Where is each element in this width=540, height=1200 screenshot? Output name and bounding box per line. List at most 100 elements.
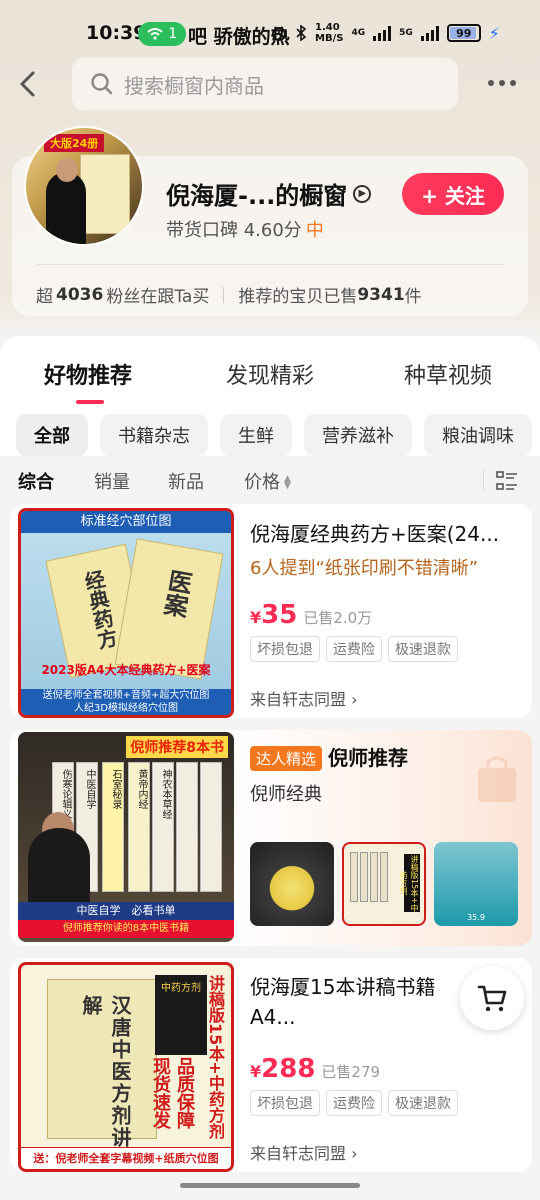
cart-icon (477, 985, 507, 1012)
wifi-badge-count: 1 (168, 26, 178, 42)
service-tags: 坏损包退 运费险 极速退款 (250, 636, 458, 662)
net-speed-unit: MB/S (315, 33, 344, 44)
person (28, 828, 90, 908)
thumb-bottom-banner: 送倪老师全套视频+音频+超大穴位图 人纪3D模拟经络穴位图 (21, 689, 231, 715)
book-spine (360, 852, 368, 902)
chip-nutrition[interactable]: 营养滋补 (304, 414, 412, 456)
signal-icon (373, 25, 392, 41)
sort-sales[interactable]: 销量 (94, 468, 130, 494)
chevron-right-icon: › (351, 1144, 358, 1163)
price-row: ¥ 35 已售2.0万 (250, 600, 372, 630)
product-thumbnail[interactable]: 汉唐中医方剂讲解 中药方剂 讲稿版15本+中药方剂 品质保障 现货速发 送：倪老… (18, 962, 234, 1172)
chip-all[interactable]: 全部 (16, 414, 88, 456)
product-card[interactable]: 标准经穴部位图 经典药方 医案 2023版A4大本经典药方+医案 送倪老师全套视… (10, 504, 532, 718)
book-spine (176, 762, 198, 892)
search-input[interactable]: 搜索橱窗内商品 (72, 58, 458, 110)
chip-books[interactable]: 书籍杂志 (100, 414, 208, 456)
thumb-red-text: 讲稿版15本+中药方剂 (206, 975, 225, 1139)
price: 288 (261, 1054, 316, 1084)
product-card[interactable]: 汉唐中医方剂讲解 中药方剂 讲稿版15本+中药方剂 品质保障 现货速发 送：倪老… (10, 958, 532, 1172)
tag: 运费险 (326, 636, 382, 662)
divider (483, 470, 484, 492)
tab-recommend[interactable]: 好物推荐 (44, 358, 132, 390)
shop-rating: 带货口碑 4.60分中 (166, 216, 324, 242)
search-placeholder: 搜索橱窗内商品 (124, 73, 264, 98)
category-chips: 全部 书籍杂志 生鲜 营养滋补 粮油调味 (16, 414, 532, 456)
mini-product-thumbnail[interactable] (250, 842, 334, 926)
rating-level: 中 (305, 220, 324, 241)
signal-label-2: 5G (399, 28, 413, 38)
more-icon[interactable] (488, 80, 516, 86)
mini-product-thumbnail[interactable]: 35.9 (434, 842, 518, 926)
book-title: 医案 (157, 566, 194, 620)
product-title: 倪海厦15本讲稿书籍A4... (250, 975, 436, 1029)
chip-fresh[interactable]: 生鲜 (220, 414, 292, 456)
rating-label: 带货口碑 4.60分 (166, 220, 302, 241)
thumb-bottom-line1: 送倪老师全套视频+音频+超大穴位图 (42, 690, 210, 701)
shop-name-row[interactable]: 倪海厦-...的橱窗 ▶ (166, 176, 372, 211)
battery-level: 99 (456, 26, 472, 40)
product-review-highlight: 6人提到“纸张印刷不错清晰” (250, 558, 479, 579)
product-title: 倪海厦经典药方+医案(24... (250, 522, 500, 546)
battery-icon: 99 (446, 24, 481, 42)
book-spine (200, 762, 222, 892)
alarm-icon (272, 27, 287, 41)
back-icon[interactable] (16, 70, 40, 98)
mini-product-thumbnail[interactable]: 讲稿版15本+中药方剂 (342, 842, 426, 926)
product-thumbnail[interactable]: 标准经穴部位图 经典药方 医案 2023版A4大本经典药方+医案 送倪老师全套视… (18, 508, 234, 718)
chip-grain-oil[interactable]: 粮油调味 (424, 414, 532, 456)
tab-discover[interactable]: 发现精彩 (226, 358, 314, 390)
thumb-bottom-banner-red: 倪师推荐你读的8本中医书籍 (18, 920, 234, 938)
signal-label-1: 4G (351, 28, 366, 38)
net-speed-value: 1.40 (315, 22, 340, 33)
thumb-top-banner: 标准经穴部位图 (21, 511, 231, 533)
price-symbol: ¥ (250, 1062, 262, 1081)
shop-source-link[interactable]: 来自轩志同盟 › (250, 686, 358, 710)
tag: 坏损包退 (250, 636, 320, 662)
price-row: ¥ 288 已售279 (250, 1054, 380, 1084)
signal-icon-2 (420, 25, 439, 41)
book-title: 汉唐中医方剂讲解 (79, 995, 132, 1149)
wifi-icon (147, 28, 163, 40)
thumb-red-text: 品质保障 (174, 1057, 195, 1129)
recommend-card[interactable]: 倪师推荐8本书 伤寒论辑义 中医自学 石室秘录 黄帝内经 神农本草经 中医自学 … (10, 730, 532, 946)
avatar-book (80, 154, 130, 234)
mini-thumb-label: 35.9 (467, 913, 485, 922)
tag: 坏损包退 (250, 1090, 320, 1116)
sort-price-label: 价格 (244, 472, 280, 493)
status-indicators: 1.40 MB/S 4G 5G 99 ⚡ (271, 22, 500, 44)
thumb-bottom-banner: 中医自学 必看书单 (18, 902, 234, 920)
net-speed: 1.40 MB/S (315, 22, 343, 44)
sort-arrows-icon: ▲ ▼ (284, 474, 291, 491)
book-spine: 石室秘录 (102, 762, 124, 892)
tab-videos[interactable]: 种草视频 (404, 358, 492, 390)
chevron-right-circle-icon: ▶ (353, 184, 372, 203)
tag: 运费险 (326, 1090, 382, 1116)
expert-badge: 达人精选 (250, 746, 323, 771)
thumb-bottom-line2: 人纪3D模拟经络穴位图 (73, 703, 179, 714)
thumb-red-text: 现货速发 (150, 1057, 171, 1129)
sort-composite[interactable]: 综合 (18, 468, 54, 494)
book-spine: 神农本草经 (152, 762, 174, 892)
layout-toggle-icon[interactable] (496, 470, 518, 492)
sort-price[interactable]: 价格 ▲ ▼ (244, 468, 291, 494)
price-symbol: ¥ (250, 608, 262, 627)
sold-suffix: 件 (404, 287, 422, 307)
book-spine: 黄帝内经 (128, 762, 150, 892)
shop-source: 来自轩志同盟 (250, 690, 347, 709)
sort-new[interactable]: 新品 (168, 468, 204, 494)
home-indicator[interactable] (180, 1183, 360, 1188)
shop-source: 来自轩志同盟 (250, 1144, 347, 1163)
thumb-bottom-banner: 送：倪老师全套字幕视频+纸质穴位图 (21, 1147, 231, 1169)
shop-source-link[interactable]: 来自轩志同盟 › (250, 1140, 358, 1164)
shop-name: 倪海厦-...的橱窗 (166, 182, 348, 210)
cart-button[interactable] (460, 966, 524, 1030)
fans-suffix: 粉丝在跟Ta买 (106, 287, 210, 307)
recommend-thumbnail[interactable]: 倪师推荐8本书 伤寒论辑义 中医自学 石室秘录 黄帝内经 神农本草经 中医自学 … (18, 732, 234, 942)
book-spine (370, 852, 378, 902)
avatar[interactable]: 大版24册 (24, 126, 144, 246)
divider (223, 286, 225, 303)
avatar-person (46, 172, 86, 244)
avatar-head (56, 158, 78, 182)
follow-button[interactable]: + 关注 (402, 173, 504, 215)
